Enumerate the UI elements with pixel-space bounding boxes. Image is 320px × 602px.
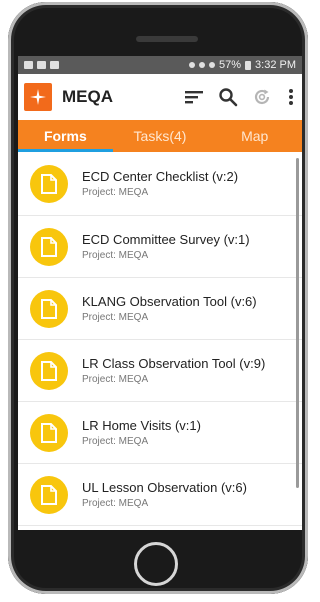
forms-list: ECD Center Checklist (v:2) Project: MEQA… bbox=[18, 152, 302, 530]
notification-icons bbox=[24, 61, 59, 69]
form-name: LR Class Observation Tool (v:9) bbox=[82, 356, 266, 371]
app-logo bbox=[24, 83, 52, 111]
status-indicators: 57% 3:32 PM bbox=[189, 59, 296, 71]
app-title: MEQA bbox=[62, 87, 113, 106]
signal-icon bbox=[209, 62, 215, 68]
form-list-item[interactable]: KLANG Observation Tool (v:6) Project: ME… bbox=[18, 278, 302, 340]
more-vert-icon bbox=[289, 89, 293, 105]
form-list-item[interactable]: ECD Center Checklist (v:2) Project: MEQA bbox=[18, 152, 302, 216]
form-icon bbox=[30, 475, 68, 514]
notification-icon bbox=[24, 61, 33, 69]
sync-button[interactable] bbox=[252, 87, 272, 107]
location-icon bbox=[189, 62, 195, 68]
sync-icon bbox=[254, 89, 270, 105]
app-screen: 57% 3:32 PM MEQA Forms Tasks(4) Map ECD … bbox=[18, 56, 302, 530]
tab-map[interactable]: Map bbox=[207, 120, 302, 152]
phone-frame: 57% 3:32 PM MEQA Forms Tasks(4) Map ECD … bbox=[8, 2, 308, 594]
form-icon bbox=[30, 289, 68, 328]
form-project: Project: MEQA bbox=[82, 498, 149, 509]
form-project: Project: MEQA bbox=[82, 436, 149, 447]
more-options-button[interactable] bbox=[286, 87, 296, 107]
search-button[interactable] bbox=[218, 87, 238, 107]
form-icon bbox=[30, 413, 68, 452]
form-icon bbox=[30, 227, 68, 266]
form-list-item[interactable]: LR Class Observation Tool (v:9) Project:… bbox=[18, 340, 302, 402]
form-project: Project: MEQA bbox=[82, 312, 149, 323]
sort-icon bbox=[185, 91, 203, 104]
battery-icon bbox=[245, 60, 252, 70]
logo-star-icon bbox=[30, 89, 46, 105]
app-bar-actions bbox=[184, 87, 296, 107]
form-icon bbox=[30, 351, 68, 390]
form-icon bbox=[30, 164, 68, 203]
form-project: Project: MEQA bbox=[82, 374, 149, 385]
tab-forms[interactable]: Forms bbox=[18, 120, 113, 152]
form-project: Project: MEQA bbox=[82, 250, 149, 261]
home-button[interactable] bbox=[134, 542, 178, 586]
form-list-item[interactable]: ECD Committee Survey (v:1) Project: MEQA bbox=[18, 216, 302, 278]
phone-speaker bbox=[136, 36, 198, 42]
notification-icon bbox=[50, 61, 59, 69]
battery-percent: 57% bbox=[219, 59, 242, 71]
clock: 3:32 PM bbox=[255, 59, 296, 71]
search-icon bbox=[219, 88, 238, 107]
form-project: Project: MEQA bbox=[82, 187, 149, 198]
bluetooth-icon bbox=[199, 62, 205, 68]
form-name: LR Home Visits (v:1) bbox=[82, 418, 201, 433]
form-list-item[interactable]: LR Home Visits (v:1) Project: MEQA bbox=[18, 402, 302, 464]
form-name: ECD Center Checklist (v:2) bbox=[82, 169, 239, 184]
list-scrollbar[interactable] bbox=[296, 158, 299, 488]
tab-bar: Forms Tasks(4) Map bbox=[18, 120, 302, 152]
notification-icon bbox=[37, 61, 46, 69]
form-list-item[interactable]: UL Lesson Observation (v:6) Project: MEQ… bbox=[18, 464, 302, 526]
form-name: ECD Committee Survey (v:1) bbox=[82, 232, 250, 247]
form-name: UL Lesson Observation (v:6) bbox=[82, 480, 247, 495]
status-bar: 57% 3:32 PM bbox=[18, 56, 302, 74]
form-name: KLANG Observation Tool (v:6) bbox=[82, 294, 257, 309]
tab-tasks[interactable]: Tasks(4) bbox=[113, 120, 208, 152]
sort-button[interactable] bbox=[184, 87, 204, 107]
app-bar: MEQA bbox=[18, 74, 302, 120]
